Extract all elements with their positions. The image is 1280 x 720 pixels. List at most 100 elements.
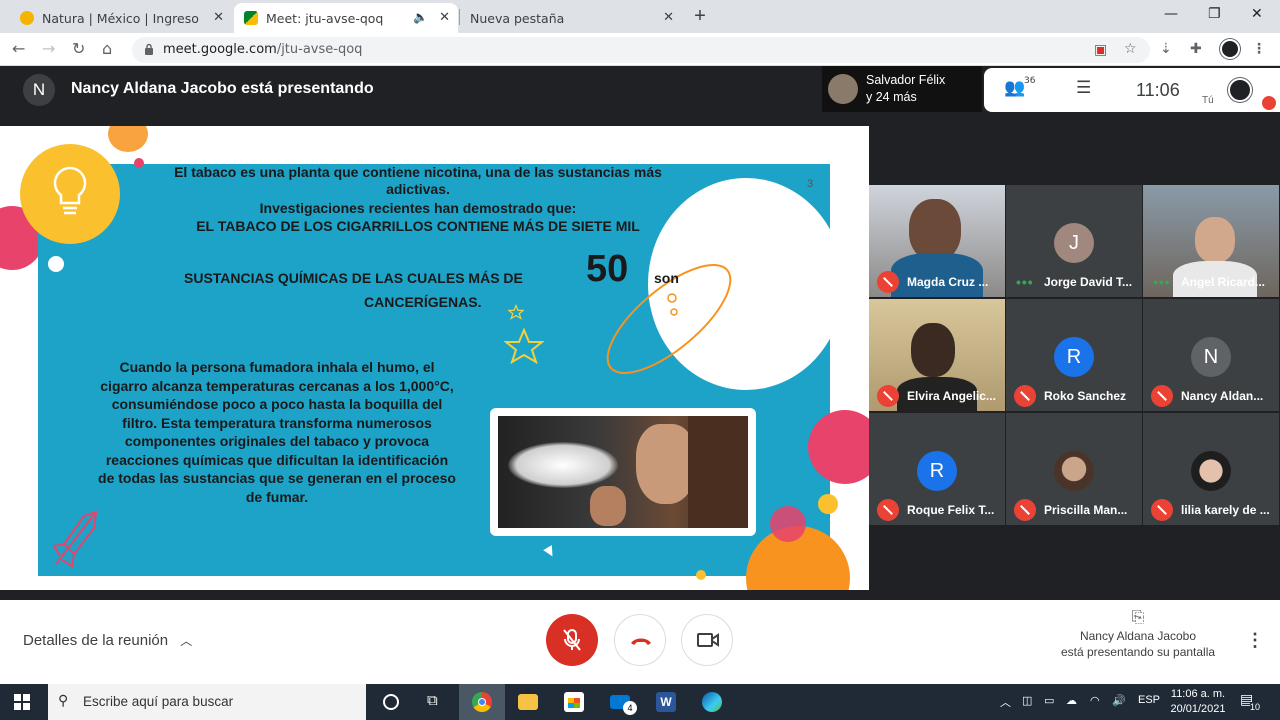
battery-icon[interactable]: ▭ <box>1044 694 1054 707</box>
home-icon[interactable]: ⌂ <box>102 39 112 58</box>
minimize-icon[interactable]: — <box>1164 6 1178 22</box>
lightbulb-circle <box>20 144 120 244</box>
close-tab-icon[interactable]: ✕ <box>213 10 224 25</box>
lock-icon[interactable] <box>144 43 154 55</box>
natura-favicon-icon <box>20 11 34 25</box>
restore-icon[interactable]: ❐ <box>1208 6 1221 22</box>
avatar: N <box>1191 337 1231 377</box>
avatar: J <box>1054 223 1094 263</box>
participant-tile[interactable]: lilia karely de ... <box>1143 413 1279 525</box>
taskbar-store[interactable] <box>551 684 597 720</box>
hand-shape <box>590 486 626 526</box>
close-window-icon[interactable]: ✕ <box>1251 6 1263 22</box>
slide-text: adictivas. <box>386 181 450 197</box>
avatar: R <box>1054 337 1094 377</box>
taskbar-chrome[interactable] <box>459 684 505 720</box>
participant-tile[interactable]: Elvira Angelic... <box>869 299 1005 411</box>
participant-name: Nancy Aldan... <box>1181 389 1264 403</box>
taskbar-word[interactable]: W <box>643 684 689 720</box>
meet-favicon-icon <box>244 11 258 25</box>
slide-text: cigarro alcanza temperaturas cercanas a … <box>100 377 454 394</box>
wifi-icon[interactable]: ◠ <box>1090 694 1100 707</box>
task-view-button[interactable]: ⧉ <box>413 684 459 720</box>
close-tab-icon[interactable]: ✕ <box>439 10 450 25</box>
microphone-toggle-button[interactable] <box>546 614 598 666</box>
decor-circle <box>134 158 144 168</box>
decor-circle <box>770 506 806 542</box>
windows-start-icon[interactable] <box>14 694 30 710</box>
presenter-name: Nancy Aldana Jacobo <box>1079 629 1197 643</box>
presenting-status-text: está presentando su pantalla <box>1060 645 1216 659</box>
face-shape <box>636 424 696 504</box>
decor-circle <box>696 570 706 580</box>
more-count: y 24 más <box>866 90 917 104</box>
tab-meet[interactable]: Meet: jtu-avse-qoq 🔈 ✕ <box>234 3 458 33</box>
other-participants-chip[interactable]: Salvador Félix y 24 más <box>822 66 982 112</box>
taskbar-file-explorer[interactable] <box>505 684 551 720</box>
leave-call-button[interactable] <box>614 614 666 666</box>
participant-tile[interactable]: R Roque Felix T... <box>869 413 1005 525</box>
slide-text: son <box>654 270 679 286</box>
star-icon <box>504 328 544 364</box>
chrome-icon-center <box>478 698 486 706</box>
self-avatar[interactable] <box>1228 78 1252 102</box>
mic-muted-icon <box>1014 385 1036 407</box>
taskbar-edge[interactable] <box>689 684 735 720</box>
tab-natura[interactable]: Natura | México | Ingreso ✕ <box>10 3 232 33</box>
input-language[interactable]: ESP <box>1138 694 1160 706</box>
participant-tile[interactable]: R Roko Sanchez <box>1006 299 1142 411</box>
tab-new[interactable]: Nueva pestaña ✕ <box>460 3 682 33</box>
taskbar-clock[interactable]: 11:06 a. m. 20/01/2021 <box>1168 687 1228 717</box>
meeting-controls-bar: Detalles de la reunión ︿ ⎘ Nancy Aldana … <box>0 600 1280 684</box>
self-muted-icon <box>1262 96 1276 110</box>
close-tab-icon[interactable]: ✕ <box>663 10 674 25</box>
reload-icon[interactable]: ↻ <box>72 39 85 58</box>
profile-avatar[interactable] <box>1220 39 1240 59</box>
forward-icon[interactable]: → <box>42 39 55 58</box>
mail-badge: 4 <box>623 701 637 715</box>
people-icon[interactable]: 👥 <box>1004 78 1025 98</box>
more-options-icon[interactable]: ⋮ <box>1246 630 1264 651</box>
taskbar-mail[interactable]: 4 <box>597 684 643 720</box>
hair-shape <box>688 416 748 528</box>
presenting-title: Nancy Aldana Jacobo está presentando <box>71 80 374 97</box>
meet-tray-icon[interactable]: ◫ <box>1022 694 1032 707</box>
participant-name: Roko Sanchez <box>1044 389 1127 403</box>
back-icon[interactable]: ← <box>12 39 25 58</box>
lightbulb-icon <box>53 166 87 215</box>
windows-taskbar: ⚲ Escribe aquí para buscar ⧉ 4 W ︿ ◫ ▭ ☁… <box>0 684 1280 720</box>
slide-text: de todas las sustancias que se generan e… <box>98 470 456 486</box>
puzzle-icon[interactable]: ✚ <box>1190 41 1202 57</box>
slide-text: reacciones químicas que dificultan la id… <box>105 451 449 468</box>
decor-circle <box>108 126 148 152</box>
presentation-slide: 3 El tabaco es una planta que contiene n… <box>0 126 869 590</box>
participant-name: Roque Felix T... <box>907 503 995 517</box>
presentation-status[interactable]: ⎘ Nancy Aldana Jacobo está presentando s… <box>1040 610 1236 660</box>
meeting-details-button[interactable]: Detalles de la reunión ︿ <box>23 632 192 649</box>
participant-tile[interactable]: Priscilla Man... <box>1006 413 1142 525</box>
audio-playing-icon[interactable]: 🔈 <box>413 10 428 24</box>
taskbar-search-input[interactable]: ⚲ Escribe aquí para buscar <box>48 684 366 720</box>
mic-muted-icon <box>1151 499 1173 521</box>
chevron-up-icon: ︿ <box>180 634 193 648</box>
camera-toggle-button[interactable] <box>681 614 733 666</box>
mic-muted-icon <box>877 499 899 521</box>
participant-tile[interactable]: J ••• Jorge David T... <box>1006 185 1142 297</box>
chat-icon[interactable]: ☰ <box>1076 78 1091 98</box>
menu-icon[interactable]: ⋮ <box>1252 41 1266 57</box>
participant-tile[interactable]: Magda Cruz ... <box>869 185 1005 297</box>
participant-tile[interactable]: ••• Angel Ricard... <box>1143 185 1279 297</box>
meeting-details-label: Detalles de la reunión <box>23 632 169 649</box>
bookmark-star-icon[interactable]: ☆ <box>1124 41 1137 57</box>
extension-icon[interactable]: ⇣ <box>1160 41 1172 57</box>
chevron-up-icon[interactable]: ︿ <box>1000 694 1011 710</box>
participant-tile[interactable]: N Nancy Aldan... <box>1143 299 1279 411</box>
camera-blocked-icon[interactable]: ▣ <box>1094 42 1107 58</box>
new-tab-button[interactable]: + <box>686 5 714 29</box>
address-bar[interactable]: meet.google.com/jtu-avse-qoq ▣ ☆ <box>132 37 1150 63</box>
participants-count: 36 <box>1024 76 1036 86</box>
onedrive-icon[interactable]: ☁ <box>1066 694 1077 707</box>
mic-muted-icon <box>877 385 899 407</box>
volume-icon[interactable]: 🔊 <box>1112 694 1126 707</box>
cortana-button[interactable] <box>368 684 414 720</box>
